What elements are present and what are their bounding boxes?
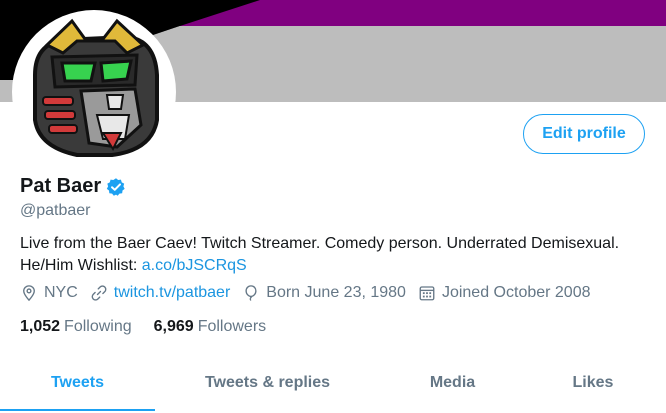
active-tab-indicator <box>0 409 155 411</box>
balloon-icon <box>245 285 257 301</box>
tab-media[interactable]: Media <box>385 355 520 411</box>
location-text: NYC <box>44 284 78 301</box>
profile-stats: 1,052 Following 6,969 Followers <box>20 318 288 336</box>
location-item: NYC <box>20 284 78 302</box>
bio-wishlist-link[interactable]: a.co/bJSCRqS <box>142 257 247 274</box>
followers-stat[interactable]: 6,969 Followers <box>154 318 267 336</box>
edit-profile-button[interactable]: Edit profile <box>523 114 645 154</box>
profile-name-row: Pat Baer <box>20 175 126 198</box>
profile-tabs: Tweets Tweets & replies Media Likes <box>0 355 666 413</box>
link-icon <box>91 285 107 301</box>
avatar[interactable] <box>17 15 171 169</box>
joined-text: Joined October 2008 <box>441 284 591 301</box>
avatar-frame <box>12 10 176 174</box>
tab-label: Tweets <box>50 374 105 391</box>
calendar-icon <box>419 286 435 301</box>
following-stat[interactable]: 1,052 Following <box>20 318 132 336</box>
verified-badge-icon <box>106 177 125 196</box>
tab-label: Tweets & replies <box>204 374 331 391</box>
profile-handle: @patbaer <box>20 202 91 219</box>
tab-label: Media <box>429 374 476 391</box>
followers-label: Followers <box>197 318 267 335</box>
profile-name: Pat Baer <box>20 175 102 197</box>
birthday-text: Born June 23, 1980 <box>266 284 406 301</box>
tab-tweets[interactable]: Tweets <box>0 355 155 411</box>
followers-count: 6,969 <box>153 318 194 335</box>
birthday-item: Born June 23, 1980 <box>242 284 406 302</box>
profile-bio: Live from the Baer Caev! Twitch Streamer… <box>20 233 650 277</box>
tab-likes[interactable]: Likes <box>525 355 661 411</box>
robot-bear-avatar-icon <box>17 15 171 169</box>
website-item: twitch.tv/patbaer <box>90 284 231 302</box>
bio-text: Live from the Baer Caev! Twitch Streamer… <box>20 235 620 274</box>
following-label: Following <box>64 318 132 335</box>
profile-meta: NYC twitch.tv/patbaer Born June 23, 1980… <box>20 284 603 302</box>
location-pin-icon <box>23 285 35 302</box>
joined-item: Joined October 2008 <box>418 284 591 302</box>
tab-label: Likes <box>572 374 614 391</box>
website-link[interactable]: twitch.tv/patbaer <box>114 284 231 302</box>
tab-tweets-replies[interactable]: Tweets & replies <box>170 355 365 411</box>
following-count: 1,052 <box>20 318 61 335</box>
